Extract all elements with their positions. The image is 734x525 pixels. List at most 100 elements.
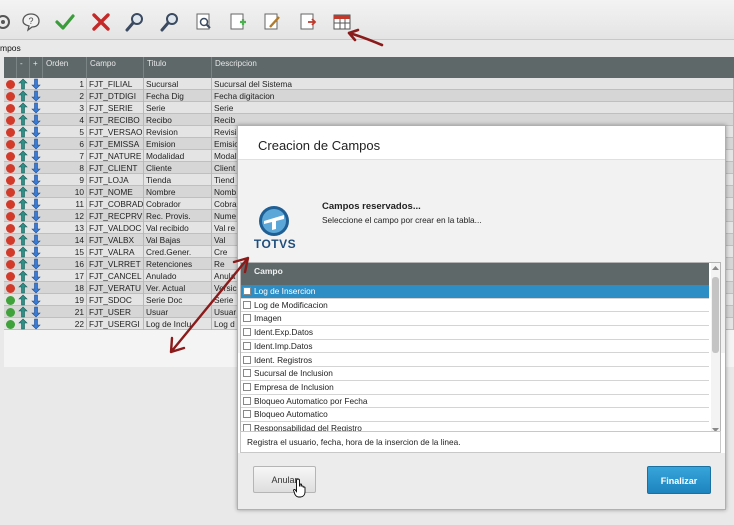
list-item[interactable]: Log de Insercion: [241, 285, 709, 299]
move-down-icon[interactable]: [31, 138, 41, 150]
move-down-icon[interactable]: [31, 318, 41, 330]
field-checkbox[interactable]: [243, 369, 251, 378]
table-calendar-icon[interactable]: [331, 11, 353, 33]
move-down-icon[interactable]: [31, 246, 41, 258]
svg-text:?: ?: [28, 16, 33, 26]
vertical-scrollbar-thumb[interactable]: [712, 277, 719, 353]
cell-campo: FJT_COBRAD: [89, 198, 144, 210]
move-up-icon[interactable]: [18, 258, 28, 270]
reserved-fields-list[interactable]: Campo Log de Insercion Log de Modificacio…: [240, 262, 721, 445]
move-up-icon[interactable]: [18, 174, 28, 186]
field-checkbox[interactable]: [243, 396, 251, 405]
scroll-up-icon[interactable]: [712, 265, 719, 271]
move-up-icon[interactable]: [18, 138, 28, 150]
table-row[interactable]: 3 FJT_SERIE Serie Serie: [4, 102, 734, 114]
field-checkbox[interactable]: [243, 355, 251, 364]
list-item[interactable]: Ident.Exp.Datos: [241, 326, 709, 340]
cell-campo: FJT_VLRRET: [87, 258, 144, 270]
column-header-campo[interactable]: Campo: [87, 57, 144, 78]
move-down-icon[interactable]: [31, 114, 41, 126]
cell-campo: FJT_USER: [87, 306, 144, 318]
list-item[interactable]: Bloqueo Automatico por Fecha: [241, 394, 709, 409]
finish-button[interactable]: Finalizar: [647, 466, 711, 494]
move-down-icon[interactable]: [31, 162, 41, 174]
edit-document-icon[interactable]: [261, 11, 283, 33]
preview-icon[interactable]: [193, 11, 215, 33]
move-down-icon[interactable]: [31, 258, 41, 270]
cell-orden: 15: [43, 246, 87, 258]
export-icon[interactable]: [297, 11, 319, 33]
cell-orden: 14: [43, 234, 87, 246]
move-down-icon[interactable]: [31, 306, 41, 318]
table-row[interactable]: 1 FJT_FILIAL Sucursal Sucursal del Sistema: [4, 78, 734, 90]
move-up-icon[interactable]: [18, 246, 28, 258]
field-checkbox[interactable]: [243, 382, 251, 391]
add-document-icon[interactable]: [227, 11, 249, 33]
status-green-icon: [6, 320, 15, 329]
status-red-icon: [6, 116, 15, 125]
cell-orden: 21: [43, 306, 87, 318]
move-up-icon[interactable]: [18, 114, 28, 126]
table-row[interactable]: 2 FJT_DTDIGI Fecha Dig Fecha digitacion: [4, 90, 734, 102]
move-down-icon[interactable]: [31, 90, 41, 102]
vertical-scrollbar[interactable]: [711, 263, 720, 435]
column-header-orden[interactable]: Orden: [43, 57, 87, 78]
field-checkbox[interactable]: [243, 287, 251, 295]
field-checkbox[interactable]: [243, 314, 251, 323]
move-up-icon[interactable]: [18, 186, 28, 198]
gear-icon[interactable]: [0, 11, 14, 33]
list-item[interactable]: Sucursal de Inclusion: [241, 367, 709, 381]
column-header-descripcion[interactable]: Descripcion: [212, 57, 734, 78]
move-down-icon[interactable]: [31, 174, 41, 186]
move-down-icon[interactable]: [31, 210, 41, 222]
move-down-icon[interactable]: [31, 294, 41, 306]
search-icon[interactable]: [159, 11, 181, 33]
move-up-icon[interactable]: [18, 210, 28, 222]
move-up-icon[interactable]: [18, 222, 28, 234]
move-up-icon[interactable]: [18, 294, 28, 306]
checkmark-icon[interactable]: [54, 11, 76, 33]
move-down-icon[interactable]: [31, 78, 41, 90]
move-down-icon[interactable]: [31, 222, 41, 234]
move-up-icon[interactable]: [18, 318, 28, 330]
move-down-icon[interactable]: [31, 126, 41, 138]
move-down-icon[interactable]: [31, 186, 41, 198]
delete-x-icon[interactable]: [90, 11, 112, 33]
list-item[interactable]: Log de Modificacion: [241, 298, 709, 313]
list-item[interactable]: Bloqueo Automatico: [241, 408, 709, 422]
help-icon[interactable]: ?: [20, 11, 42, 33]
move-up-icon[interactable]: [18, 90, 28, 102]
field-checkbox[interactable]: [243, 300, 251, 309]
move-up-icon[interactable]: [18, 198, 28, 210]
list-item[interactable]: Ident. Registros: [241, 353, 709, 368]
move-down-icon[interactable]: [31, 270, 41, 282]
move-up-icon[interactable]: [18, 102, 28, 114]
field-checkbox[interactable]: [243, 410, 251, 419]
move-up-icon[interactable]: [18, 150, 28, 162]
cell-titulo: Serie: [144, 102, 212, 114]
list-item[interactable]: Imagen: [241, 312, 709, 327]
list-item[interactable]: Empresa de Inclusion: [241, 380, 709, 395]
cell-orden: 10: [43, 186, 87, 198]
move-up-icon[interactable]: [18, 270, 28, 282]
move-down-icon[interactable]: [31, 282, 41, 294]
move-up-icon[interactable]: [18, 162, 28, 174]
move-up-icon[interactable]: [18, 126, 28, 138]
search-icon[interactable]: [124, 11, 146, 33]
move-up-icon[interactable]: [18, 234, 28, 246]
move-down-icon[interactable]: [31, 150, 41, 162]
tab-label[interactable]: mpos: [0, 43, 21, 53]
move-up-icon[interactable]: [18, 282, 28, 294]
move-down-icon[interactable]: [31, 234, 41, 246]
move-down-icon[interactable]: [31, 198, 41, 210]
move-up-icon[interactable]: [18, 306, 28, 318]
cell-titulo: Usuar: [144, 306, 212, 318]
column-header-minus[interactable]: -: [17, 57, 30, 78]
list-item[interactable]: Ident.Imp.Datos: [241, 339, 709, 354]
column-header-plus[interactable]: +: [30, 57, 43, 78]
field-checkbox[interactable]: [243, 328, 251, 337]
move-down-icon[interactable]: [31, 102, 41, 114]
column-header-titulo[interactable]: Titulo: [144, 57, 212, 78]
move-up-icon[interactable]: [18, 78, 28, 90]
field-checkbox[interactable]: [243, 341, 251, 350]
